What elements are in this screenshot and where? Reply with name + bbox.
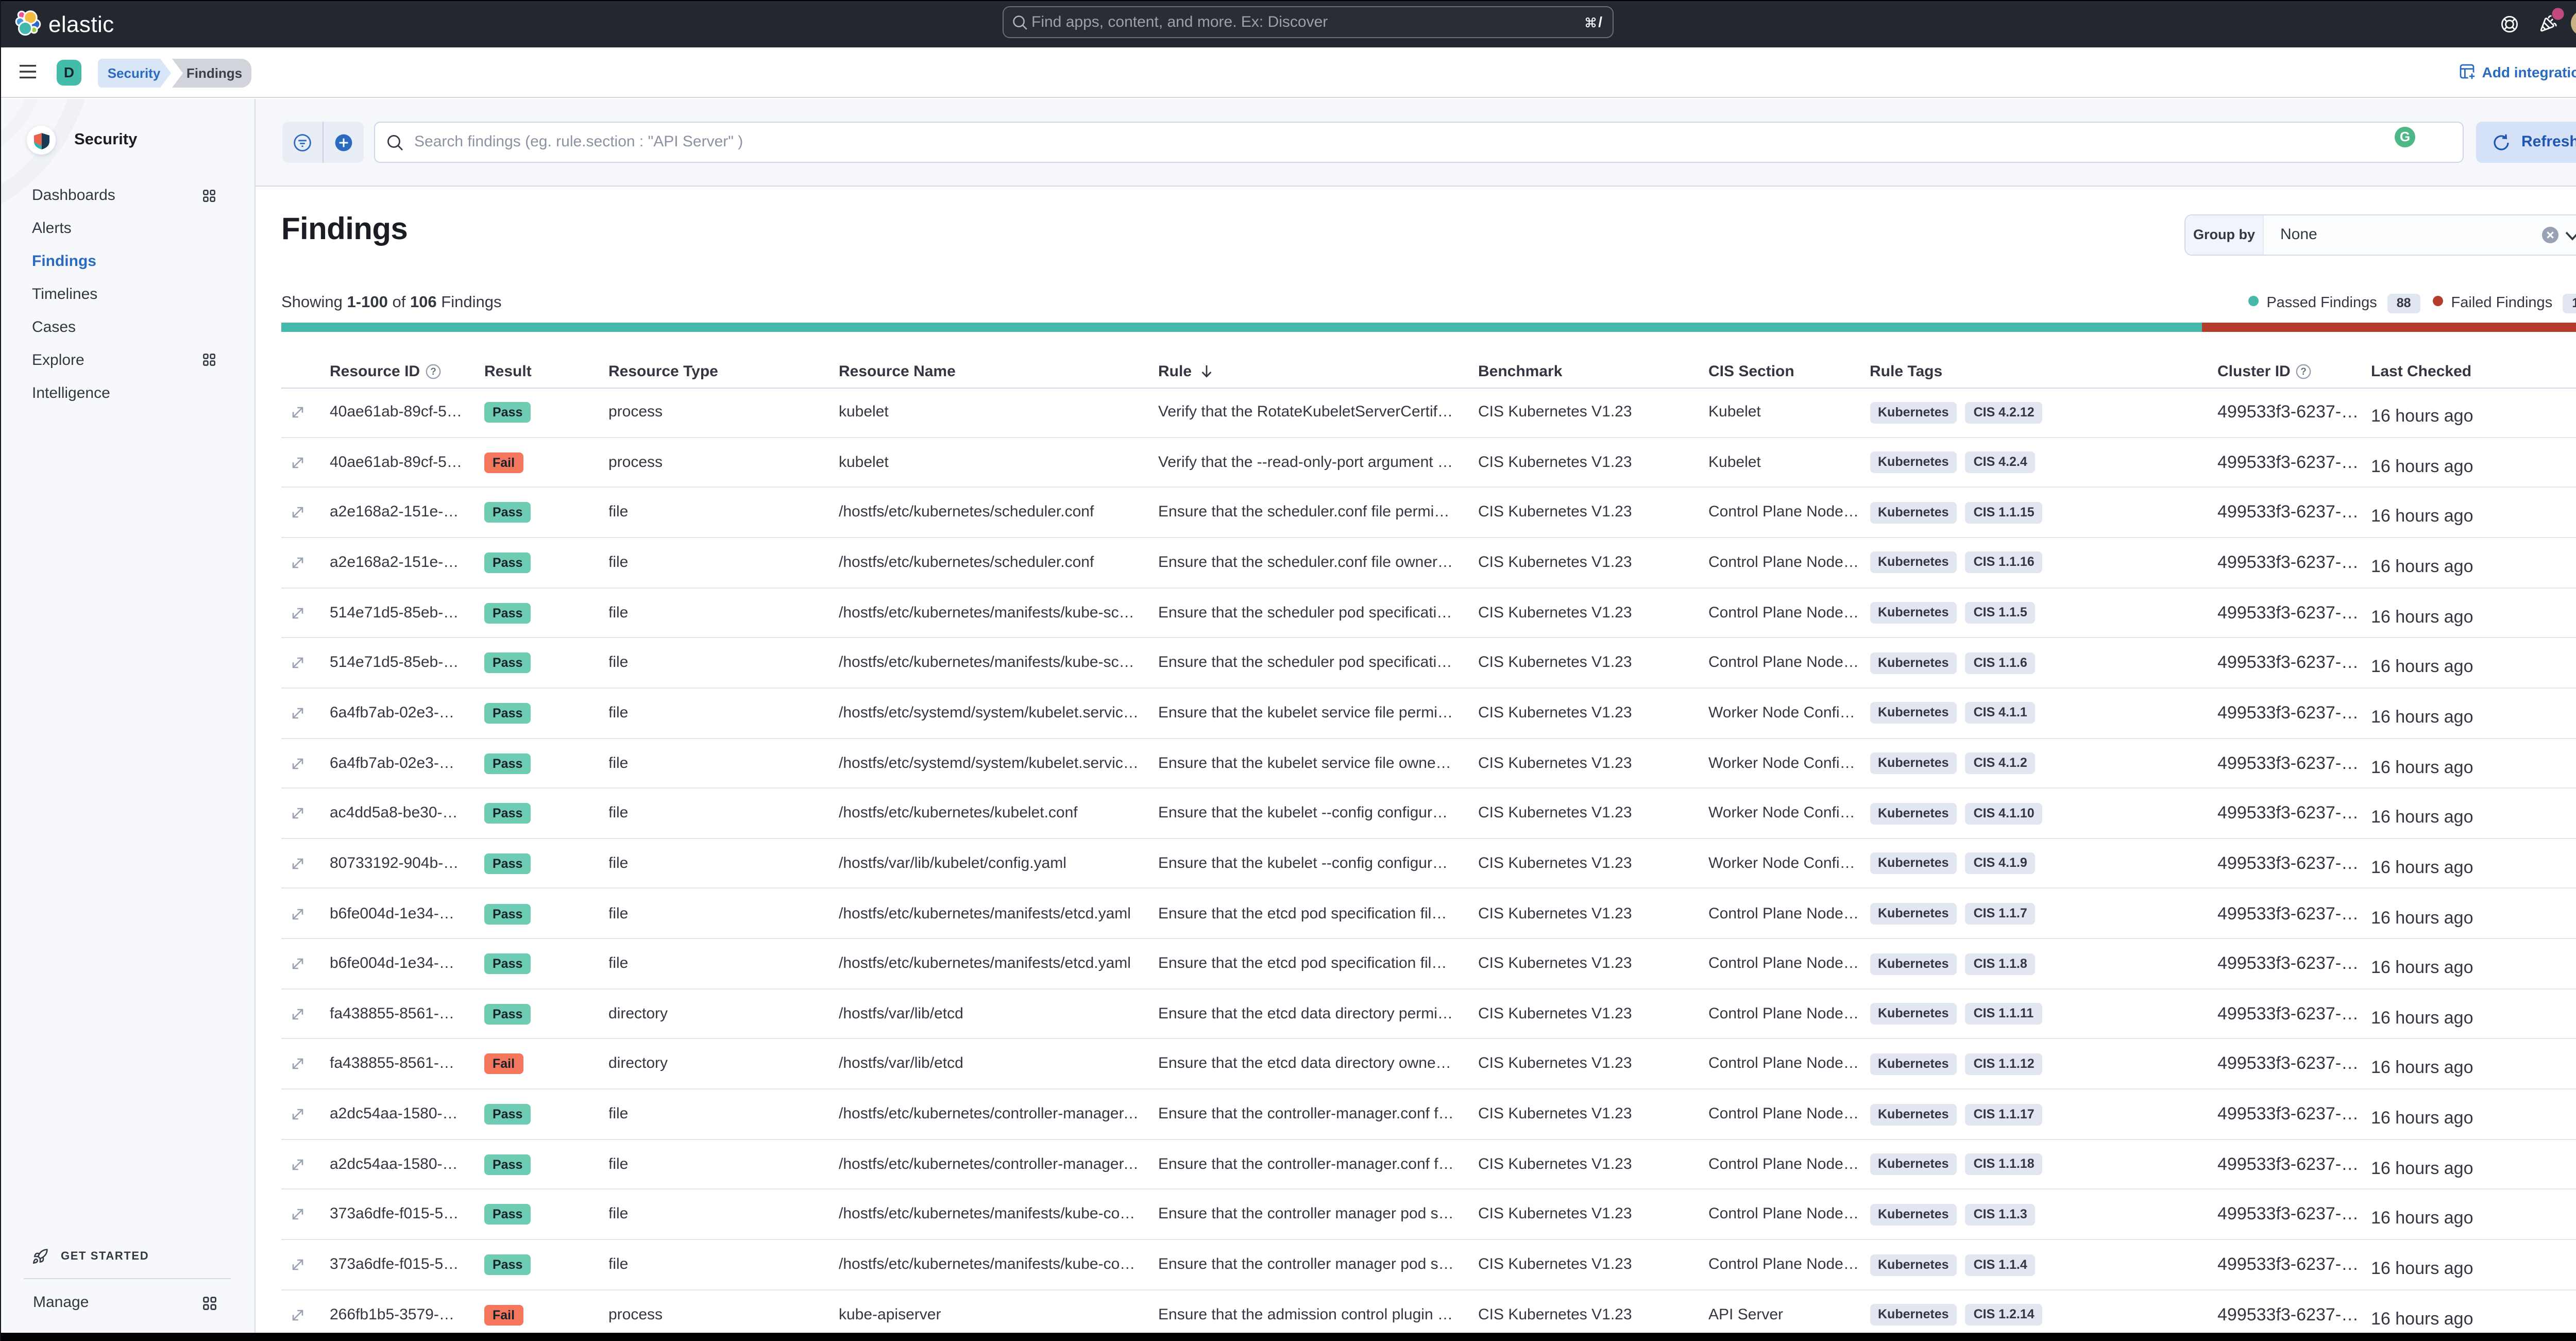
svg-text:Findings: Findings: [187, 65, 242, 81]
svg-text:Security: Security: [108, 65, 161, 81]
svg-text:?: ?: [430, 366, 436, 377]
svg-text:?: ?: [2300, 366, 2307, 377]
